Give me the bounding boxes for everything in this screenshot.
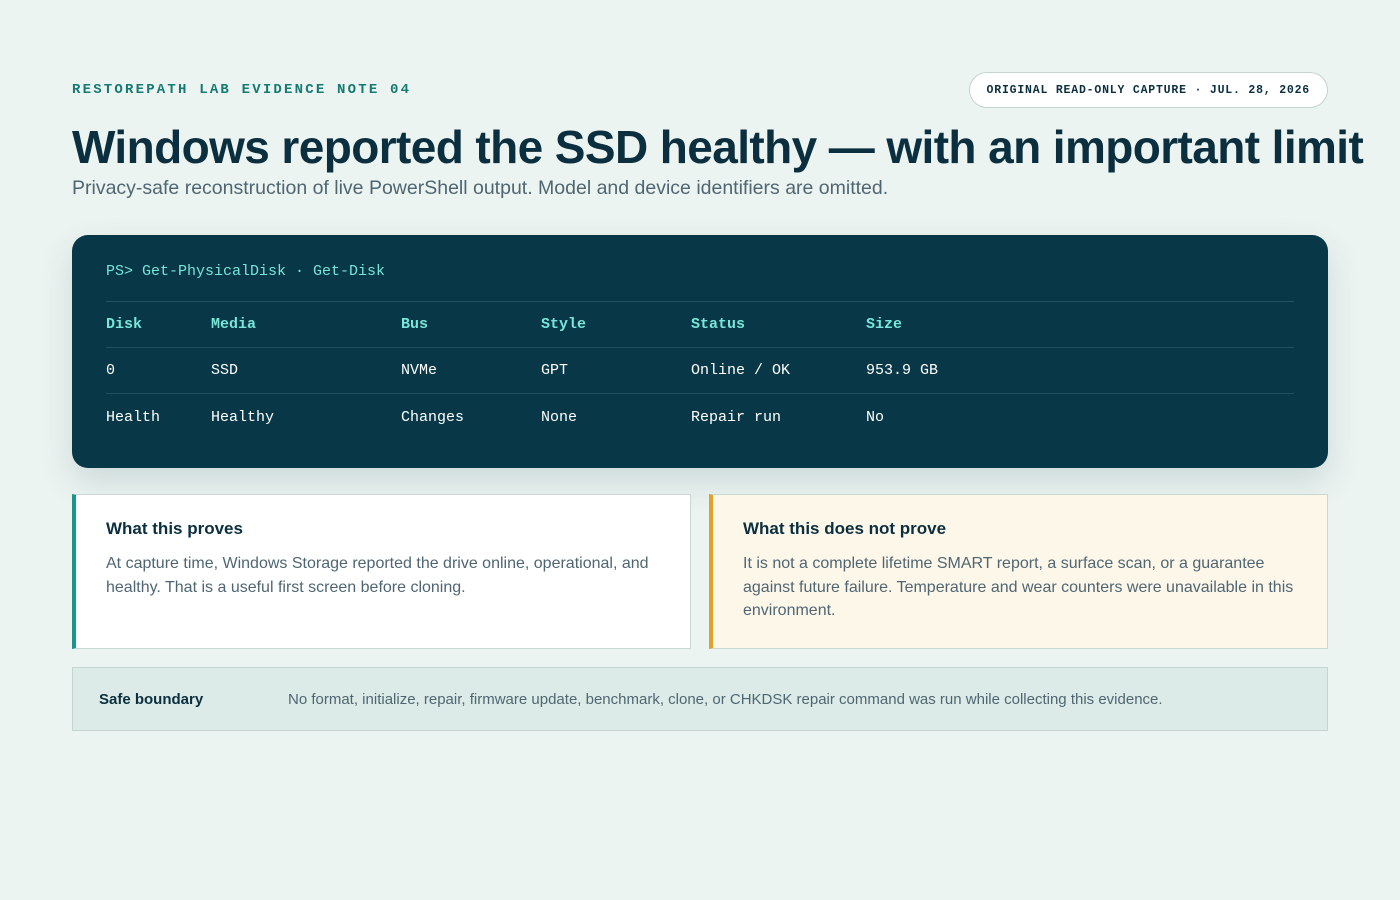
- does-not-prove-card: What this does not prove It is not a com…: [709, 494, 1328, 649]
- does-not-prove-card-body: It is not a complete lifetime SMART repo…: [743, 555, 1294, 619]
- page-title: Windows reported the SSD healthy — with …: [72, 121, 1364, 173]
- table-cell: None: [541, 408, 578, 426]
- safe-boundary-label: Safe boundary: [99, 690, 204, 708]
- table-cell: GPT: [541, 362, 569, 379]
- column-header-disk: Disk: [106, 316, 143, 333]
- proves-card-body: At capture time, Windows Storage reporte…: [106, 555, 649, 596]
- table-cell: NVMe: [401, 362, 438, 379]
- table-cell: Healthy: [211, 408, 275, 426]
- column-header-bus: Bus: [401, 316, 429, 333]
- table-cell: Health: [106, 408, 161, 426]
- table-cell: 0: [106, 362, 116, 379]
- column-header-status: Status: [691, 316, 746, 333]
- column-header-size: Size: [866, 316, 903, 333]
- evidence-note-label: RESTOREPATH LAB EVIDENCE NOTE 04: [72, 82, 412, 98]
- table-cell: 953.9 GB: [866, 362, 939, 379]
- table-row: Health Healthy Changes None Repair run N…: [106, 394, 1294, 440]
- table-header-row: Disk Media Bus Style Status Size: [106, 302, 1294, 348]
- table-row: 0 SSD NVMe GPT Online / OK 953.9 GB: [106, 348, 1294, 394]
- safe-boundary-text: No format, initialize, repair, firmware …: [288, 690, 1163, 708]
- safe-boundary-banner: Safe boundary No format, initialize, rep…: [72, 667, 1328, 731]
- does-not-prove-card-title: What this does not prove: [743, 519, 947, 538]
- powershell-output-panel: PS> Get-PhysicalDisk · Get-Disk Disk Med…: [72, 235, 1328, 468]
- capture-badge: ORIGINAL READ-ONLY CAPTURE · JUL. 28, 20…: [968, 72, 1328, 108]
- page-subtitle: Privacy-safe reconstruction of live Powe…: [72, 177, 889, 199]
- proves-card-title: What this proves: [106, 519, 243, 538]
- column-header-style: Style: [541, 316, 587, 333]
- table-cell: Online / OK: [691, 362, 791, 379]
- table-cell: SSD: [211, 362, 239, 379]
- table-cell: Repair run: [691, 408, 782, 426]
- table-cell: Changes: [401, 408, 465, 426]
- table-cell: No: [866, 408, 885, 426]
- powershell-command: PS> Get-PhysicalDisk · Get-Disk: [106, 235, 1294, 302]
- column-header-media: Media: [211, 316, 257, 333]
- proves-card: What this proves At capture time, Window…: [72, 494, 691, 649]
